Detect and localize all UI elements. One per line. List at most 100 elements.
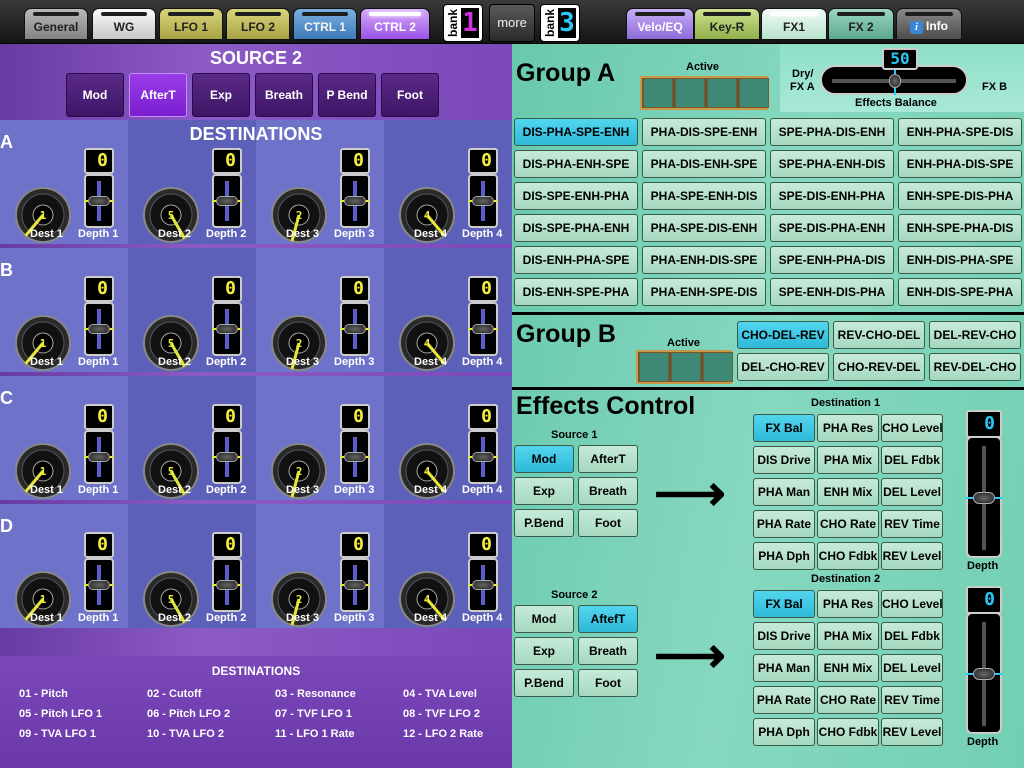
slider-thumb[interactable] [344, 324, 366, 334]
destination-2-cho-level-button[interactable]: CHO Level [881, 590, 943, 618]
destination-2-pha-man-button[interactable]: PHA Man [753, 654, 815, 682]
tab-lfo-1[interactable]: LFO 1 [159, 8, 223, 40]
tab-lfo-2[interactable]: LFO 2 [226, 8, 290, 40]
tab-info[interactable]: i Info [896, 8, 962, 40]
tab-ctrl-1[interactable]: CTRL 1 [293, 8, 357, 40]
depth-slider[interactable] [340, 174, 370, 228]
destination-1-fx-bal-button[interactable]: FX Bal [753, 414, 815, 442]
source-2-breath-button[interactable]: Breath [578, 637, 638, 665]
source-1-p-bend-button[interactable]: P.Bend [514, 509, 574, 537]
destination-2-enh-mix-button[interactable]: ENH Mix [817, 654, 879, 682]
source-1-aftert-button[interactable]: AfterT [578, 445, 638, 473]
slider-thumb[interactable] [88, 580, 110, 590]
source-foot-button[interactable]: Foot [381, 73, 439, 117]
group-b-option-del-cho-rev[interactable]: DEL-CHO-REV [737, 353, 829, 381]
depth-slider[interactable] [468, 302, 498, 356]
destination-1-pha-rate-button[interactable]: PHA Rate [753, 510, 815, 538]
destination-2-rev-time-button[interactable]: REV Time [881, 686, 943, 714]
slider-thumb[interactable] [472, 196, 494, 206]
group-a-option-spe-pha-enh-dis[interactable]: SPE-PHA-ENH-DIS [770, 150, 894, 178]
destination-1-cho-fdbk-button[interactable]: CHO Fdbk [817, 542, 879, 570]
group-a-option-enh-pha-dis-spe[interactable]: ENH-PHA-DIS-SPE [898, 150, 1022, 178]
group-a-option-pha-enh-dis-spe[interactable]: PHA-ENH-DIS-SPE [642, 246, 766, 274]
slider-thumb[interactable] [472, 324, 494, 334]
tab-key-r[interactable]: Key-R [694, 8, 760, 40]
group-b-option-del-rev-cho[interactable]: DEL-REV-CHO [929, 321, 1021, 349]
more-button[interactable]: more [489, 4, 535, 42]
slider-thumb[interactable] [88, 196, 110, 206]
depth-slider[interactable] [468, 174, 498, 228]
group-b-option-rev-del-cho[interactable]: REV-DEL-CHO [929, 353, 1021, 381]
slider-thumb[interactable] [216, 324, 238, 334]
depth-slider[interactable] [340, 558, 370, 612]
depth-slider[interactable] [212, 174, 242, 228]
group-a-option-enh-dis-spe-pha[interactable]: ENH-DIS-SPE-PHA [898, 278, 1022, 306]
destination-2-dis-drive-button[interactable]: DIS Drive [753, 622, 815, 650]
depth-slider[interactable] [84, 174, 114, 228]
group-a-option-enh-dis-pha-spe[interactable]: ENH-DIS-PHA-SPE [898, 246, 1022, 274]
destination-1-del-fdbk-button[interactable]: DEL Fdbk [881, 446, 943, 474]
group-a-option-pha-spe-enh-dis[interactable]: PHA-SPE-ENH-DIS [642, 182, 766, 210]
slider-thumb[interactable] [216, 196, 238, 206]
source-1-foot-button[interactable]: Foot [578, 509, 638, 537]
depth-slider[interactable] [84, 558, 114, 612]
slider-thumb[interactable] [889, 74, 901, 88]
source-2-mod-button[interactable]: Mod [514, 605, 574, 633]
destination-1-cho-rate-button[interactable]: CHO Rate [817, 510, 879, 538]
tab-general[interactable]: General [24, 8, 88, 40]
destination-2-cho-fdbk-button[interactable]: CHO Fdbk [817, 718, 879, 746]
source-2-p-bend-button[interactable]: P.Bend [514, 669, 574, 697]
group-b-option-cho-del-rev[interactable]: CHO-DEL-REV [737, 321, 829, 349]
destination-1-pha-dph-button[interactable]: PHA Dph [753, 542, 815, 570]
destination-1-dis-drive-button[interactable]: DIS Drive [753, 446, 815, 474]
source-breath-button[interactable]: Breath [255, 73, 313, 117]
source-aftert-button[interactable]: AfterT [129, 73, 187, 117]
group-a-option-spe-enh-pha-dis[interactable]: SPE-ENH-PHA-DIS [770, 246, 894, 274]
group-a-option-pha-dis-enh-spe[interactable]: PHA-DIS-ENH-SPE [642, 150, 766, 178]
depth-slider[interactable] [84, 430, 114, 484]
group-a-option-dis-spe-pha-enh[interactable]: DIS-SPE-PHA-ENH [514, 214, 638, 242]
destination-1-pha-res-button[interactable]: PHA Res [817, 414, 879, 442]
group-a-option-dis-pha-spe-enh[interactable]: DIS-PHA-SPE-ENH [514, 118, 638, 146]
slider-thumb[interactable] [472, 452, 494, 462]
depth-slider[interactable] [212, 302, 242, 356]
depth-slider[interactable] [468, 430, 498, 484]
depth-slider[interactable] [340, 430, 370, 484]
tab-ctrl-2[interactable]: CTRL 2 [360, 8, 430, 40]
bank-right-display[interactable]: bank 3 [540, 4, 580, 42]
group-a-option-enh-pha-spe-dis[interactable]: ENH-PHA-SPE-DIS [898, 118, 1022, 146]
slider-thumb[interactable] [344, 196, 366, 206]
destination-2-pha-rate-button[interactable]: PHA Rate [753, 686, 815, 714]
source-1-mod-button[interactable]: Mod [514, 445, 574, 473]
group-b-option-rev-cho-del[interactable]: REV-CHO-DEL [833, 321, 925, 349]
tab-velo-eq[interactable]: Velo/EQ [626, 8, 694, 40]
source-p-bend-button[interactable]: P Bend [318, 73, 376, 117]
source-2-afteft-button[interactable]: AftefT [578, 605, 638, 633]
destination-1-rev-level-button[interactable]: REV Level [881, 542, 943, 570]
slider-thumb[interactable] [88, 452, 110, 462]
source-mod-button[interactable]: Mod [66, 73, 124, 117]
source-1-breath-button[interactable]: Breath [578, 477, 638, 505]
group-b-option-cho-rev-del[interactable]: CHO-REV-DEL [833, 353, 925, 381]
destination-2-pha-res-button[interactable]: PHA Res [817, 590, 879, 618]
group-a-option-pha-enh-spe-dis[interactable]: PHA-ENH-SPE-DIS [642, 278, 766, 306]
slider-thumb[interactable] [344, 580, 366, 590]
destination-2-del-level-button[interactable]: DEL Level [881, 654, 943, 682]
bank-left-display[interactable]: bank 1 [443, 4, 483, 42]
slider-thumb[interactable] [973, 492, 995, 504]
destination-2-pha-dph-button[interactable]: PHA Dph [753, 718, 815, 746]
destination-1-rev-time-button[interactable]: REV Time [881, 510, 943, 538]
tab-fx1[interactable]: FX1 [761, 8, 827, 40]
destination-2-pha-mix-button[interactable]: PHA Mix [817, 622, 879, 650]
group-a-option-spe-dis-enh-pha[interactable]: SPE-DIS-ENH-PHA [770, 182, 894, 210]
destination-2-rev-level-button[interactable]: REV Level [881, 718, 943, 746]
group-a-option-enh-spe-pha-dis[interactable]: ENH-SPE-PHA-DIS [898, 214, 1022, 242]
group-a-option-spe-enh-dis-pha[interactable]: SPE-ENH-DIS-PHA [770, 278, 894, 306]
slider-thumb[interactable] [88, 324, 110, 334]
depth-slider[interactable] [468, 558, 498, 612]
destination-1-cho-level-button[interactable]: CHO Level [881, 414, 943, 442]
destination-1-del-level-button[interactable]: DEL Level [881, 478, 943, 506]
group-a-option-dis-enh-spe-pha[interactable]: DIS-ENH-SPE-PHA [514, 278, 638, 306]
destination-2-cho-rate-button[interactable]: CHO Rate [817, 686, 879, 714]
group-a-option-pha-dis-spe-enh[interactable]: PHA-DIS-SPE-ENH [642, 118, 766, 146]
